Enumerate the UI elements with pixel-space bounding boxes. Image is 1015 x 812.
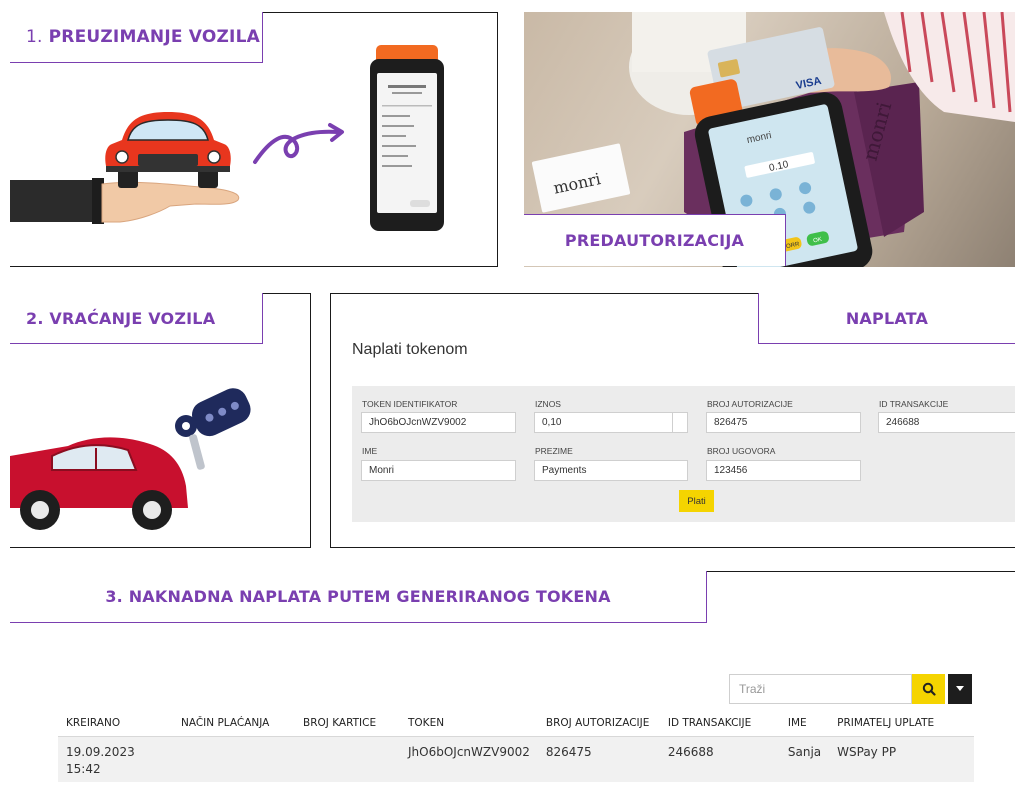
arrow-swirl-icon: [253, 123, 344, 164]
iznos-divider: [672, 413, 673, 432]
caret-down-icon: [956, 686, 964, 691]
search-placeholder: Traži: [739, 682, 766, 696]
section-1-title: 1. PREUZIMANJE VOZILA: [10, 12, 263, 63]
search-button[interactable]: [912, 674, 945, 704]
prezime-label: PREZIME: [535, 446, 573, 456]
col-ime[interactable]: IME: [779, 712, 830, 737]
token-label: TOKEN IDENTIFIKATOR: [362, 399, 458, 409]
auth-label: BROJ AUTORIZACIJE: [707, 399, 793, 409]
hand-holding-car-illustration: [10, 112, 240, 224]
pos-terminal-illustration: [370, 45, 444, 231]
iznos-input[interactable]: 0,10: [534, 412, 688, 433]
search-icon: [922, 682, 936, 696]
car-with-keys-illustration: [10, 388, 251, 530]
token-input[interactable]: JhO6bOJcnWZV9002: [361, 412, 516, 433]
cell-broj-kartice: [295, 736, 400, 782]
ugovor-label: BROJ UGOVORA: [707, 446, 776, 456]
ime-label: IME: [362, 446, 378, 456]
col-primatelj-uplate[interactable]: PRIMATELJ UPLATE: [829, 712, 974, 737]
predautorizacija-caption: PREDAUTORIZACIJA: [524, 214, 786, 266]
col-nacin-placanja[interactable]: NAČIN PLAĆANJA: [173, 712, 295, 737]
section-3-title: 3. NAKNADNA NAPLATA PUTEM GENERIRANOG TO…: [10, 571, 707, 623]
cell-id-transakcije: 246688: [659, 736, 780, 782]
trans-label: ID TRANSAKCIJE: [879, 399, 949, 409]
form-title: Naplati tokenom: [352, 341, 468, 358]
col-token[interactable]: TOKEN: [400, 712, 538, 737]
table-row[interactable]: 19.09.2023 15:42 JhO6bOJcnWZV9002 826475…: [58, 736, 974, 782]
transactions-table: KREIRANO NAČIN PLAĆANJA BROJ KARTICE TOK…: [58, 712, 974, 782]
section-1-number: 1.: [26, 27, 43, 47]
col-broj-autorizacije[interactable]: BROJ AUTORIZACIJE: [537, 712, 660, 737]
prezime-input[interactable]: Payments: [534, 460, 688, 481]
table-header-row: KREIRANO NAČIN PLAĆANJA BROJ KARTICE TOK…: [58, 712, 974, 737]
cell-token: JhO6bOJcnWZV9002: [400, 736, 538, 782]
search-options-button[interactable]: [948, 674, 972, 704]
cell-ime: Sanja: [779, 736, 830, 782]
col-id-transakcije[interactable]: ID TRANSAKCIJE: [659, 712, 780, 737]
iznos-label: IZNOS: [535, 399, 561, 409]
ugovor-input[interactable]: 123456: [706, 460, 861, 481]
trans-input[interactable]: 246688: [878, 412, 1015, 433]
auth-input[interactable]: 826475: [706, 412, 861, 433]
section-2-title: 2. VRAĆANJE VOZILA: [10, 293, 263, 344]
col-broj-kartice[interactable]: BROJ KARTICE: [295, 712, 400, 737]
plati-button[interactable]: Plati: [679, 490, 714, 512]
section-1-title-text: PREUZIMANJE VOZILA: [48, 27, 260, 47]
col-kreirano[interactable]: KREIRANO: [58, 712, 173, 737]
cell-broj-autorizacije: 826475: [537, 736, 660, 782]
cell-nacin-placanja: [173, 736, 295, 782]
ime-input[interactable]: Monri: [361, 460, 516, 481]
cell-kreirano: 19.09.2023 15:42: [58, 736, 173, 782]
naplata-tag: NAPLATA: [758, 293, 1015, 344]
search-input[interactable]: Traži: [729, 674, 912, 704]
cell-primatelj-uplate: WSPay PP: [829, 736, 974, 782]
